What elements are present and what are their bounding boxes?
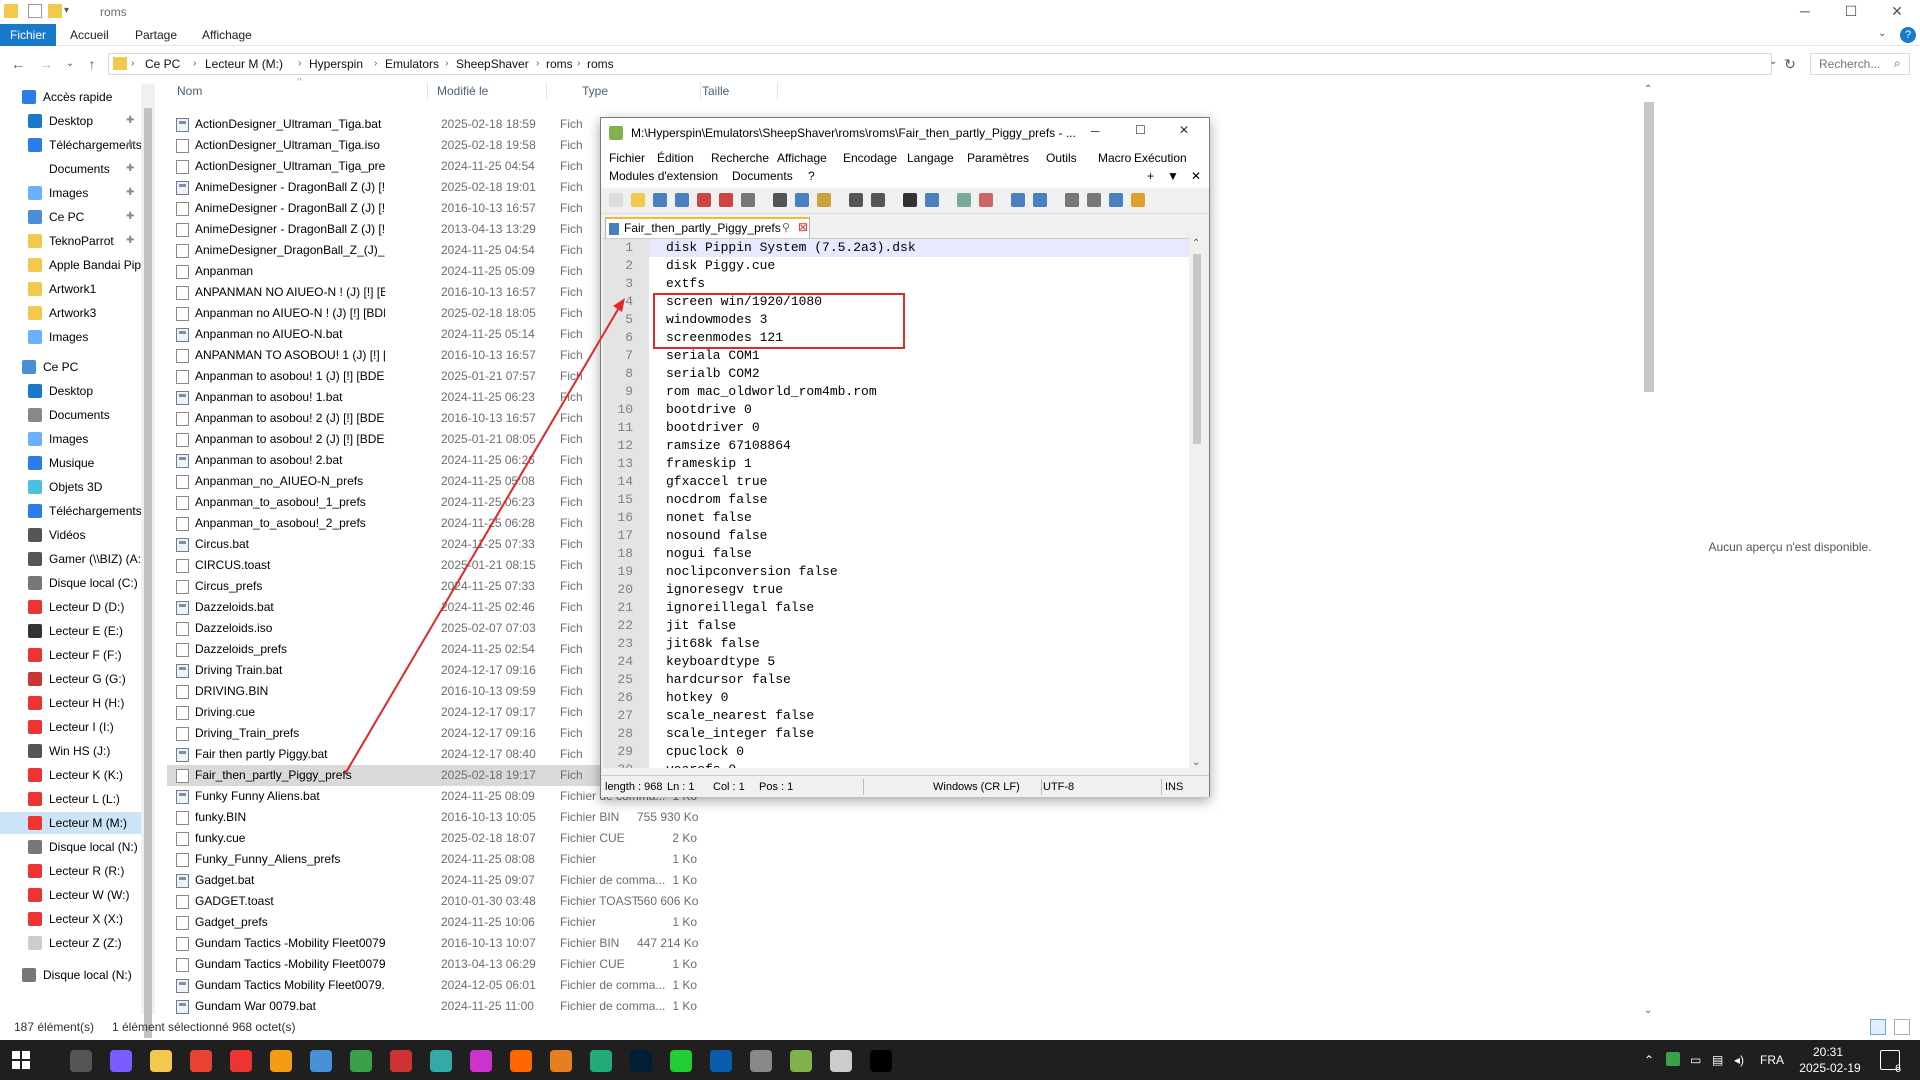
app-cyan-icon[interactable] (430, 1050, 452, 1072)
app-tool-icon[interactable] (750, 1050, 772, 1072)
clock-time[interactable]: 20:31 (1798, 1045, 1858, 1059)
app-blue-icon[interactable] (310, 1050, 332, 1072)
file-explorer-icon[interactable] (150, 1050, 172, 1072)
sevenzip-icon[interactable] (870, 1050, 892, 1072)
app-red-icon[interactable] (390, 1050, 412, 1072)
annotation-arrow (344, 298, 625, 775)
terminal-icon[interactable] (710, 1050, 732, 1072)
tray-app-icon[interactable] (1666, 1052, 1680, 1066)
app-magenta-icon[interactable] (470, 1050, 492, 1072)
tray-camera-icon[interactable]: ▭ (1690, 1053, 1701, 1067)
chrome-icon[interactable] (190, 1050, 212, 1072)
hyperspin-icon[interactable] (230, 1050, 252, 1072)
notification-count: 6 (1895, 1063, 1902, 1075)
app-retro-icon[interactable] (550, 1050, 572, 1072)
app-hq2-icon[interactable] (670, 1050, 692, 1072)
notepadpp-taskbar-icon[interactable] (790, 1050, 812, 1072)
language-indicator[interactable]: FRA (1760, 1053, 1784, 1067)
clock-date[interactable]: 2025-02-19 (1796, 1061, 1864, 1075)
photoshop-icon[interactable] (630, 1050, 652, 1072)
app-green-icon[interactable] (350, 1050, 372, 1072)
app-chat-icon[interactable] (830, 1050, 852, 1072)
copilot-icon[interactable] (110, 1050, 132, 1072)
taskbar: ⌃ ▭ ▤ ◂) FRA 20:31 2025-02-19 6 (0, 1040, 1920, 1080)
task-view-icon[interactable] (70, 1050, 92, 1072)
start-button[interactable] (12, 1051, 30, 1069)
app-game-icon[interactable] (510, 1050, 532, 1072)
tray-show-hidden-icon[interactable]: ⌃ (1644, 1053, 1654, 1067)
app-hq-icon[interactable] (590, 1050, 612, 1072)
app-orange-icon[interactable] (270, 1050, 292, 1072)
tray-volume-icon[interactable]: ◂) (1734, 1053, 1744, 1067)
tray-network-icon[interactable]: ▤ (1712, 1053, 1723, 1067)
